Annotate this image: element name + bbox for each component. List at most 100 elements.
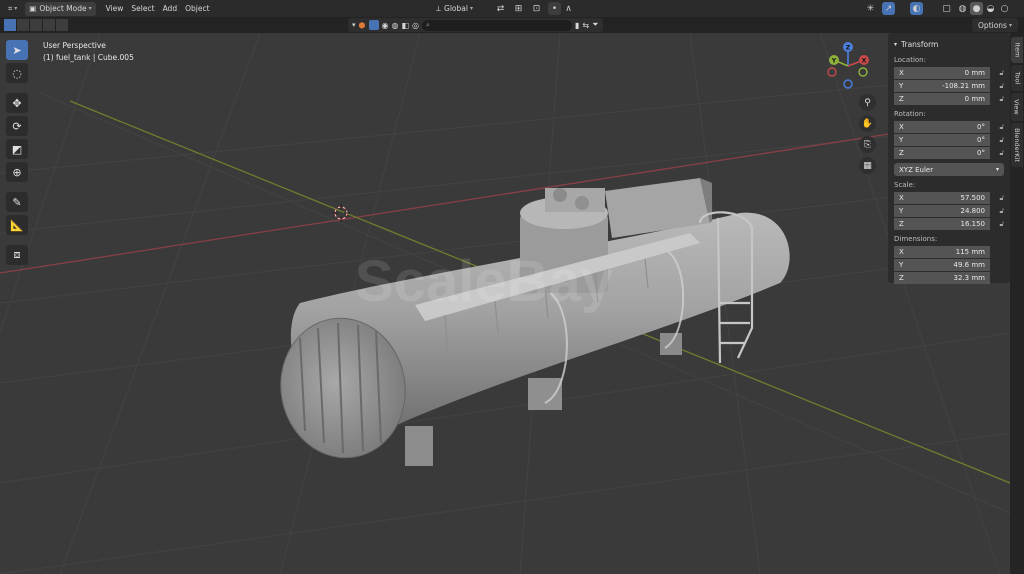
scale-z-row: Z 16.150 🔓︎ <box>894 218 1004 230</box>
filter-icon[interactable]: ⏷ <box>592 20 598 30</box>
rotation-z-field[interactable]: Z 0° <box>894 147 990 159</box>
scene-icon[interactable]: ⬢ <box>359 21 366 30</box>
sphere-icon[interactable]: ◉ <box>382 21 389 30</box>
sync-icon[interactable]: ⇆ <box>582 21 589 30</box>
rotation-y-field[interactable]: Y 0° <box>894 134 990 146</box>
orientation-icon: ⟂ <box>436 3 442 13</box>
object-filter-icon[interactable] <box>368 20 379 30</box>
axis-label: Y <box>899 207 904 215</box>
axis-label: Z <box>899 220 904 228</box>
tab-tool[interactable]: Tool <box>1011 65 1023 91</box>
scale-y-field[interactable]: Y 24.800 <box>894 205 990 217</box>
transform-orientation-select[interactable]: ⟂ Global ▾ <box>432 2 477 16</box>
move-tool-icon[interactable]: ✥ <box>6 93 28 113</box>
overlays-toggle-icon[interactable]: ◐ <box>910 2 923 15</box>
toolbar-left: ➤ ◌ ✥ ⟳ ◩ ⊕ ✎ 📐 ⧈ <box>6 40 30 265</box>
perspective-grid-icon[interactable]: ▦ <box>859 157 876 174</box>
tab-blenderkit[interactable]: BlenderKit <box>1011 123 1023 167</box>
location-label: Location: <box>894 56 926 64</box>
select-intersect-icon[interactable] <box>56 19 68 31</box>
mode-select[interactable]: ▣ Object Mode ▾ <box>25 1 96 16</box>
options-button[interactable]: Options ▾ <box>972 18 1018 32</box>
lock-icon[interactable]: 🔓︎ <box>990 82 1004 91</box>
scale-z-field[interactable]: Z 16.150 <box>894 218 990 230</box>
chevron-down-icon: ▾ <box>14 5 18 12</box>
menu-add[interactable]: Add <box>159 2 182 16</box>
transform-header[interactable]: ▾ Transform <box>894 37 1004 51</box>
gizmo-toggle-icon[interactable]: ↗ <box>882 2 895 15</box>
axis-label: Z <box>899 95 904 103</box>
lock-icon[interactable]: 🔓︎ <box>990 136 1004 145</box>
xray-icon[interactable]: ▢ <box>940 2 953 15</box>
scale-x-field[interactable]: X 57.500 <box>894 192 990 204</box>
render-icon[interactable]: ◎ <box>412 21 419 30</box>
lock-icon[interactable]: 🔓︎ <box>990 123 1004 132</box>
light-icon[interactable]: ◍ <box>391 21 398 30</box>
dimensions-z-row: Z 32.3 mm <box>894 272 1004 284</box>
tab-view[interactable]: View <box>1011 93 1023 121</box>
snap-icon[interactable]: ⊞ <box>512 2 525 15</box>
pivot-point-icon[interactable]: ⇄ <box>494 2 507 15</box>
field-value: 0° <box>977 123 985 131</box>
header-bar: ⌗ ▾ ▣ Object Mode ▾ View Select Add Objec… <box>0 0 1024 17</box>
chevron-down-icon: ▾ <box>894 40 898 48</box>
bookmark-icon[interactable]: ▮ <box>575 21 579 30</box>
field-value: 32.3 mm <box>953 274 985 282</box>
camera-icon[interactable]: ◧ <box>401 21 409 30</box>
search-input[interactable]: ⌕ <box>422 19 573 31</box>
select-subtract-icon[interactable] <box>30 19 42 31</box>
rotation-mode-select[interactable]: XYZ Euler ▾ <box>894 163 1004 176</box>
lock-icon[interactable]: 🔓︎ <box>990 207 1004 216</box>
proportional-edit-icon[interactable]: • <box>548 2 561 15</box>
cursor-tool-icon[interactable]: ◌ <box>6 63 28 83</box>
location-y-field[interactable]: Y -108.21 mm <box>894 80 990 92</box>
material-shading-icon[interactable]: ◒ <box>984 2 997 15</box>
location-z-field[interactable]: Z 0 mm <box>894 93 990 105</box>
editor-type-button[interactable]: ⌗ ▾ <box>4 2 21 16</box>
menu-object[interactable]: Object <box>181 2 213 16</box>
dimensions-x-field[interactable]: X 115 mm <box>894 246 990 258</box>
select-invert-icon[interactable] <box>43 19 55 31</box>
select-new-icon[interactable] <box>4 19 16 31</box>
pan-hand-icon[interactable]: ✋ <box>859 115 876 132</box>
gizmo-neg-y-icon <box>858 67 868 77</box>
zoom-icon[interactable]: ⚲ <box>859 94 876 111</box>
transform-panel: ▾ Transform Location: X 0 mm 🔓︎ Y -108.21 … <box>888 33 1010 284</box>
snap-target-icon[interactable]: ⊡ <box>530 2 543 15</box>
falloff-icon[interactable]: ∧ <box>562 2 575 15</box>
field-value: 16.150 <box>960 220 986 228</box>
lock-icon[interactable]: 🔓︎ <box>990 220 1004 229</box>
camera-view-icon[interactable]: ⎘ <box>859 136 876 153</box>
tab-item[interactable]: Item <box>1011 37 1023 63</box>
menu-view[interactable]: View <box>102 2 128 16</box>
lock-icon[interactable]: 🔓︎ <box>990 95 1004 104</box>
lock-icon[interactable]: 🔓︎ <box>990 194 1004 203</box>
rendered-shading-icon[interactable]: ○ <box>998 2 1011 15</box>
lock-icon[interactable]: 🔓︎ <box>990 69 1004 78</box>
location-x-field[interactable]: X 0 mm <box>894 67 990 79</box>
navigation-gizmo[interactable]: Z X Y <box>823 41 873 91</box>
rotation-mode-label: XYZ Euler <box>899 165 934 174</box>
wireframe-shading-icon[interactable]: ◍ <box>956 2 969 15</box>
menu-select[interactable]: Select <box>127 2 158 16</box>
fuel-tank-model[interactable] <box>270 178 790 468</box>
select-tool-icon[interactable]: ➤ <box>6 40 28 60</box>
chevron-down-icon[interactable]: ▾ <box>352 21 356 29</box>
lock-icon[interactable]: 🔓︎ <box>990 149 1004 158</box>
rotate-tool-icon[interactable]: ⟳ <box>6 116 28 136</box>
transform-tool-icon[interactable]: ⊕ <box>6 162 28 182</box>
rotation-x-field[interactable]: X 0° <box>894 121 990 133</box>
select-extend-icon[interactable] <box>17 19 29 31</box>
add-cube-tool-icon[interactable]: ⧈ <box>6 245 28 265</box>
field-value: 49.6 mm <box>953 261 985 269</box>
chevron-down-icon: ▾ <box>995 166 999 173</box>
field-value: 0 mm <box>964 95 985 103</box>
annotate-tool-icon[interactable]: ✎ <box>6 192 28 212</box>
view-object-types-icon[interactable]: ✳ <box>864 2 877 15</box>
dimensions-y-field[interactable]: Y 49.6 mm <box>894 259 990 271</box>
solid-shading-icon[interactable]: ● <box>970 2 983 15</box>
scale-tool-icon[interactable]: ◩ <box>6 139 28 159</box>
selection-mode-group <box>4 19 68 31</box>
dimensions-z-field[interactable]: Z 32.3 mm <box>894 272 990 284</box>
measure-tool-icon[interactable]: 📐 <box>6 215 28 235</box>
